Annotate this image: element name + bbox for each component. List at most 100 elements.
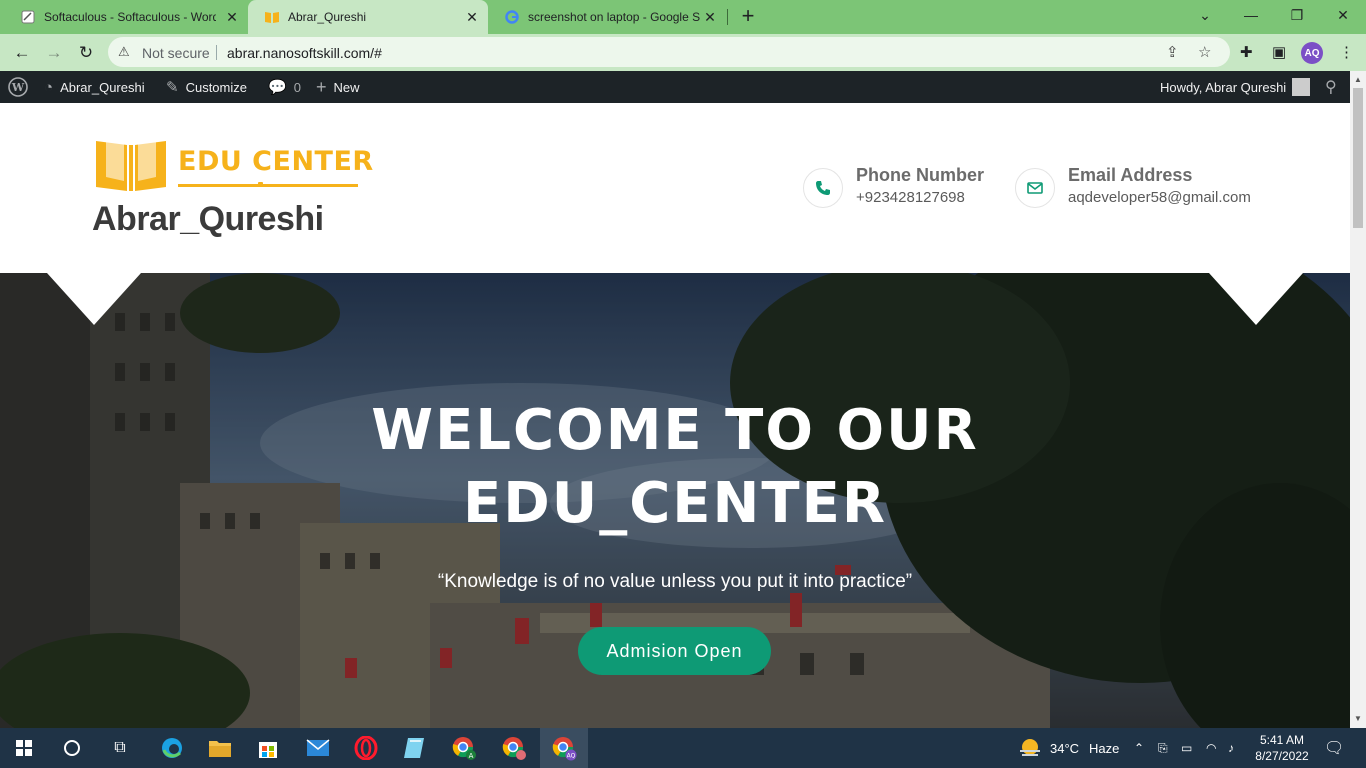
- search-icon[interactable]: ⚲: [1325, 71, 1337, 103]
- admission-open-button[interactable]: Admision Open: [578, 627, 771, 675]
- opera-icon[interactable]: [342, 728, 390, 768]
- weather-desc: Haze: [1089, 740, 1120, 756]
- wp-site-name[interactable]: ◔ Abrar_Qureshi: [44, 71, 145, 103]
- scroll-up-arrow-icon[interactable]: ▲: [1354, 75, 1362, 84]
- logo-underline-dot: [258, 182, 263, 187]
- tab-title: screenshot on laptop - Google Se: [528, 10, 700, 24]
- close-tab-icon[interactable]: ✕: [464, 9, 480, 25]
- tab-search-chevron-icon[interactable]: ⌄: [1182, 0, 1228, 30]
- windows-taskbar: ⧉ A AQ 34°C Haze ⌃ ⎘ ▭ ◠ ♪ 5:41 AM 8/27/…: [0, 728, 1366, 768]
- notes-app-icon[interactable]: [390, 728, 438, 768]
- tab-divider: [727, 9, 728, 25]
- web-page: EDU CENTER Abrar_Qureshi Phone Number +9…: [0, 103, 1350, 728]
- new-tab-button[interactable]: +: [736, 5, 760, 29]
- wp-comments-count: 0: [293, 79, 301, 95]
- dashboard-gauge-icon: ◔: [44, 78, 54, 96]
- url-text[interactable]: abrar.nanosoftskill.com/#: [227, 45, 382, 61]
- wp-admin-bar: W ◔ Abrar_Qureshi ✎ Customize 💬 0 + New …: [0, 71, 1350, 103]
- plus-icon: +: [316, 76, 327, 97]
- forward-icon[interactable]: →: [40, 39, 68, 67]
- chrome-profile-aq-icon[interactable]: AQ: [540, 728, 588, 768]
- weather-widget[interactable]: 34°C Haze: [1018, 728, 1119, 768]
- security-label[interactable]: Not secure: [142, 45, 210, 61]
- tray-chevron-up-icon[interactable]: ⌃: [1134, 728, 1144, 768]
- wp-howdy[interactable]: Howdy, Abrar Qureshi: [1160, 71, 1311, 103]
- email-label: Email Address: [1068, 165, 1193, 185]
- clock[interactable]: 5:41 AM 8/27/2022: [1252, 728, 1312, 768]
- hero-quote: “Knowledge is of no value unless you put…: [437, 571, 913, 592]
- volume-icon[interactable]: ♪: [1228, 728, 1234, 768]
- chrome-icon[interactable]: [490, 728, 538, 768]
- softaculous-icon: [20, 9, 36, 25]
- bookmark-star-icon[interactable]: ☆: [1198, 43, 1211, 61]
- close-tab-icon[interactable]: ✕: [224, 9, 240, 25]
- windows-start-icon[interactable]: [0, 728, 48, 768]
- site-title[interactable]: Abrar_Qureshi: [92, 200, 324, 239]
- google-icon: [504, 9, 520, 25]
- edge-icon[interactable]: [148, 728, 196, 768]
- tab-title: Abrar_Qureshi: [288, 10, 367, 24]
- mail-icon[interactable]: [294, 728, 342, 768]
- site-header: EDU CENTER Abrar_Qureshi Phone Number +9…: [0, 103, 1350, 273]
- notification-icon[interactable]: 🗨: [1324, 728, 1344, 768]
- close-window-button[interactable]: ✕: [1320, 0, 1366, 30]
- tab-abrar-qureshi[interactable]: Abrar_Qureshi ✕: [248, 0, 488, 34]
- scroll-thumb[interactable]: [1353, 88, 1363, 228]
- browser-toolbar: ← → ↻ ⚠ Not secure abrar.nanosoftskill.c…: [0, 34, 1366, 71]
- chrome-profile-a-icon[interactable]: A: [440, 728, 488, 768]
- menu-kebab-icon[interactable]: ⋮: [1339, 43, 1354, 61]
- warning-icon[interactable]: ⚠: [118, 44, 134, 60]
- tab-google-search[interactable]: screenshot on laptop - Google Se ✕: [488, 0, 726, 34]
- phone-value[interactable]: +923428127698: [856, 189, 965, 206]
- book-logo-icon[interactable]: [94, 135, 168, 198]
- side-panel-icon[interactable]: ▣: [1272, 43, 1286, 61]
- browser-tab-strip: Softaculous - Softaculous - Word ✕ Abrar…: [0, 0, 1366, 34]
- restore-button[interactable]: ❐: [1274, 0, 1320, 30]
- meet-now-icon[interactable]: ⎘: [1158, 728, 1168, 768]
- extensions-puzzle-icon[interactable]: ✚: [1240, 43, 1253, 61]
- profile-avatar[interactable]: AQ: [1301, 42, 1323, 64]
- hero-heading-line1: WELCOME TO OUR: [371, 398, 979, 463]
- weather-temp: 34°C: [1050, 740, 1080, 756]
- battery-icon[interactable]: ▭: [1181, 728, 1192, 768]
- wordpress-logo-icon[interactable]: W: [8, 71, 28, 103]
- wifi-icon[interactable]: ◠: [1206, 728, 1216, 768]
- reload-icon[interactable]: ↻: [72, 39, 100, 67]
- tab-softaculous[interactable]: Softaculous - Softaculous - Word ✕: [4, 0, 248, 34]
- search-circle-icon[interactable]: [48, 728, 96, 768]
- clock-time: 5:41 AM: [1259, 733, 1305, 747]
- minimize-button[interactable]: —: [1228, 0, 1274, 30]
- task-view-icon[interactable]: ⧉: [96, 728, 144, 768]
- wp-new[interactable]: + New: [316, 71, 360, 103]
- logo-text[interactable]: EDU CENTER: [178, 146, 374, 177]
- microsoft-store-icon[interactable]: [244, 728, 292, 768]
- share-icon[interactable]: ⇪: [1166, 43, 1179, 61]
- clock-date: 8/27/2022: [1255, 749, 1309, 763]
- comment-bubble-icon: 💬: [268, 79, 287, 96]
- wp-site-name-label: Abrar_Qureshi: [60, 79, 145, 95]
- svg-text:AQ: AQ: [567, 753, 576, 760]
- book-icon: [264, 9, 280, 25]
- back-icon[interactable]: ←: [8, 39, 36, 67]
- page-scrollbar[interactable]: ▲ ▼: [1350, 71, 1366, 728]
- phone-icon: [803, 168, 843, 208]
- email-value[interactable]: aqdeveloper58@gmail.com: [1068, 189, 1251, 206]
- paintbrush-icon: ✎: [166, 79, 179, 96]
- banner-notch-right: [1209, 273, 1303, 325]
- hero-banner: WELCOME TO OUR EDU_CENTER “Knowledge is …: [0, 273, 1350, 728]
- wp-new-label: New: [333, 79, 360, 95]
- close-tab-icon[interactable]: ✕: [702, 9, 718, 25]
- address-bar[interactable]: ⚠ Not secure abrar.nanosoftskill.com/# ⇪…: [108, 37, 1230, 67]
- weather-haze-icon: [1020, 739, 1040, 756]
- envelope-icon: [1015, 168, 1055, 208]
- wp-comments[interactable]: 💬 0: [268, 71, 301, 103]
- wp-customize[interactable]: ✎ Customize: [166, 71, 247, 103]
- phone-label: Phone Number: [856, 165, 985, 185]
- tab-title: Softaculous - Softaculous - Word: [44, 10, 216, 24]
- svg-text:W: W: [11, 81, 25, 94]
- file-explorer-icon[interactable]: [196, 728, 244, 768]
- wp-customize-label: Customize: [185, 79, 247, 95]
- user-avatar-icon: [1292, 78, 1311, 96]
- scroll-down-arrow-icon[interactable]: ▼: [1354, 714, 1362, 723]
- logo-underline: [178, 184, 358, 187]
